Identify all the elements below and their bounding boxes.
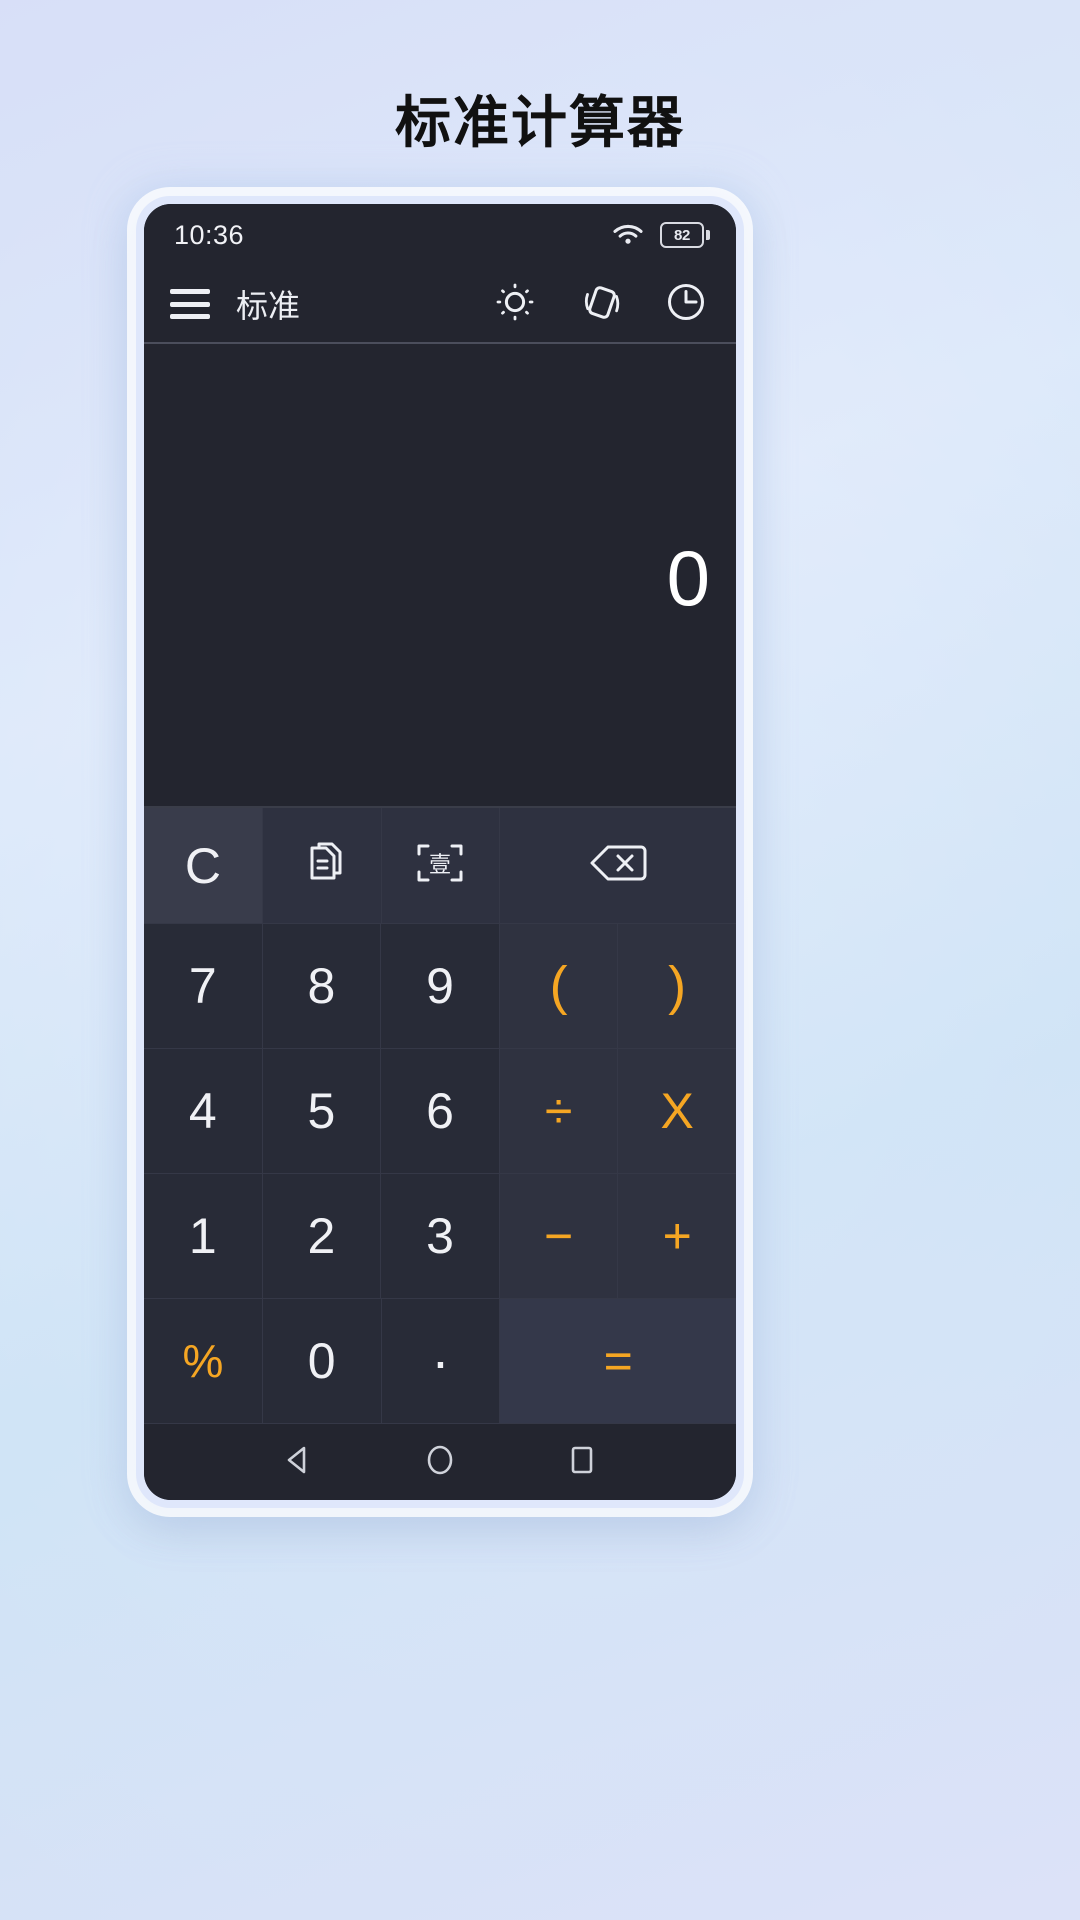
- key-close-paren[interactable]: ): [618, 924, 736, 1049]
- display-result: 0: [666, 534, 710, 622]
- key-0[interactable]: 0: [262, 1299, 382, 1424]
- key-equals[interactable]: =: [500, 1299, 736, 1424]
- nav-home-button[interactable]: [423, 1443, 457, 1482]
- display-stack: 0: [174, 533, 710, 617]
- app-bar: 标准: [144, 266, 736, 344]
- clear-button[interactable]: C: [144, 808, 263, 924]
- wifi-icon: [612, 220, 644, 251]
- key-label: 5: [307, 1083, 336, 1139]
- battery-level: 82: [673, 226, 691, 244]
- key-label: =: [603, 1333, 633, 1389]
- history-clock-icon[interactable]: [664, 280, 708, 329]
- status-indicators: 82: [612, 220, 710, 251]
- key-decimal[interactable]: ·: [381, 1299, 501, 1424]
- key-2[interactable]: 2: [262, 1174, 382, 1299]
- copy-icon: [299, 839, 345, 892]
- key-label: %: [182, 1335, 224, 1387]
- key-label: 4: [188, 1083, 217, 1139]
- brightness-icon[interactable]: [494, 281, 536, 328]
- keypad-row: 4 5 6 ÷ X: [144, 1049, 736, 1174]
- key-minus[interactable]: −: [499, 1174, 619, 1299]
- status-time: 10:36: [174, 219, 245, 250]
- key-divide[interactable]: ÷: [499, 1049, 619, 1174]
- key-label: 1: [188, 1208, 217, 1264]
- key-label: −: [543, 1208, 574, 1264]
- page-title: 标准计算器: [395, 91, 685, 156]
- key-6[interactable]: 6: [381, 1049, 500, 1174]
- key-8[interactable]: 8: [262, 924, 382, 1049]
- key-label: 6: [426, 1083, 454, 1139]
- key-3[interactable]: 3: [381, 1174, 500, 1299]
- phone-screen: 10:36 82 标准 0 C 壹 7 8 9 () 4 5 6 ÷ X 1 …: [144, 204, 736, 1500]
- clear-label: C: [184, 837, 221, 894]
- key-label: 9: [426, 958, 454, 1014]
- key-label: X: [660, 1083, 694, 1139]
- key-multiply[interactable]: X: [618, 1049, 736, 1174]
- chinese-numeral-button[interactable]: 壹: [381, 808, 501, 924]
- phone-frame: 10:36 82 标准 0 C 壹 7 8 9 () 4 5 6 ÷ X 1 …: [136, 196, 744, 1508]
- battery-icon: 82: [660, 222, 710, 248]
- key-plus[interactable]: +: [618, 1174, 736, 1299]
- android-nav-bar: [144, 1424, 736, 1500]
- app-bar-actions: [494, 280, 714, 329]
- function-row: C 壹: [144, 808, 736, 924]
- app-bar-title: 标准: [236, 287, 301, 325]
- key-label: 0: [307, 1333, 336, 1389]
- keypad-row: % 0 · =: [144, 1299, 736, 1424]
- rotate-screen-icon[interactable]: [578, 280, 622, 329]
- hamburger-menu-icon[interactable]: [170, 289, 210, 319]
- key-label: ÷: [544, 1083, 573, 1139]
- key-label: 8: [307, 958, 336, 1014]
- keypad-row: 1 2 3 − +: [144, 1174, 736, 1299]
- key-4[interactable]: 4: [144, 1049, 263, 1174]
- key-label: +: [662, 1208, 692, 1264]
- status-bar: 10:36 82: [144, 204, 736, 266]
- svg-text:壹: 壹: [429, 853, 451, 878]
- nav-back-button[interactable]: [281, 1443, 315, 1482]
- key-label: 7: [188, 958, 217, 1014]
- key-9[interactable]: 9: [381, 924, 500, 1049]
- key-label: (: [549, 956, 568, 1016]
- key-7[interactable]: 7: [144, 924, 263, 1049]
- key-5[interactable]: 5: [262, 1049, 382, 1174]
- backspace-button[interactable]: [500, 808, 736, 924]
- key-label: ·: [431, 1329, 450, 1393]
- key-label: 3: [426, 1208, 454, 1264]
- nav-recents-button[interactable]: [565, 1443, 599, 1482]
- copy-button[interactable]: [262, 808, 382, 924]
- key-label: 2: [307, 1208, 336, 1264]
- keypad: C 壹 7 8 9 () 4 5 6 ÷ X 1 2 3 − + % 0 · …: [144, 808, 736, 1424]
- calculator-display[interactable]: 0: [144, 344, 736, 808]
- key-label: ): [668, 956, 687, 1016]
- backspace-icon: [587, 841, 649, 890]
- scan-chinese-numeral-icon: 壹: [414, 838, 466, 893]
- keypad-row: 7 8 9 ( ): [144, 924, 736, 1049]
- key-open-paren[interactable]: (: [499, 924, 619, 1049]
- key-percent[interactable]: %: [144, 1299, 263, 1424]
- key-1[interactable]: 1: [144, 1174, 263, 1299]
